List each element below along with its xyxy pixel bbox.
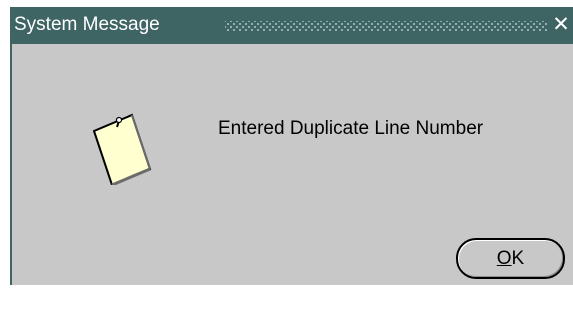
note-icon — [92, 113, 152, 185]
ok-label: K — [511, 248, 525, 269]
ok-mnemonic: O — [496, 248, 512, 269]
window-title: System Message — [14, 14, 160, 35]
system-message-dialog: System Message ✕ Entered Duplicate Line … — [10, 7, 573, 285]
message-text: Entered Duplicate Line Number — [218, 118, 484, 139]
title-grip-pattern — [225, 21, 547, 32]
close-icon[interactable]: ✕ — [552, 13, 570, 37]
title-bar[interactable]: System Message ✕ — [12, 7, 573, 44]
ok-button[interactable]: OK — [456, 238, 565, 279]
